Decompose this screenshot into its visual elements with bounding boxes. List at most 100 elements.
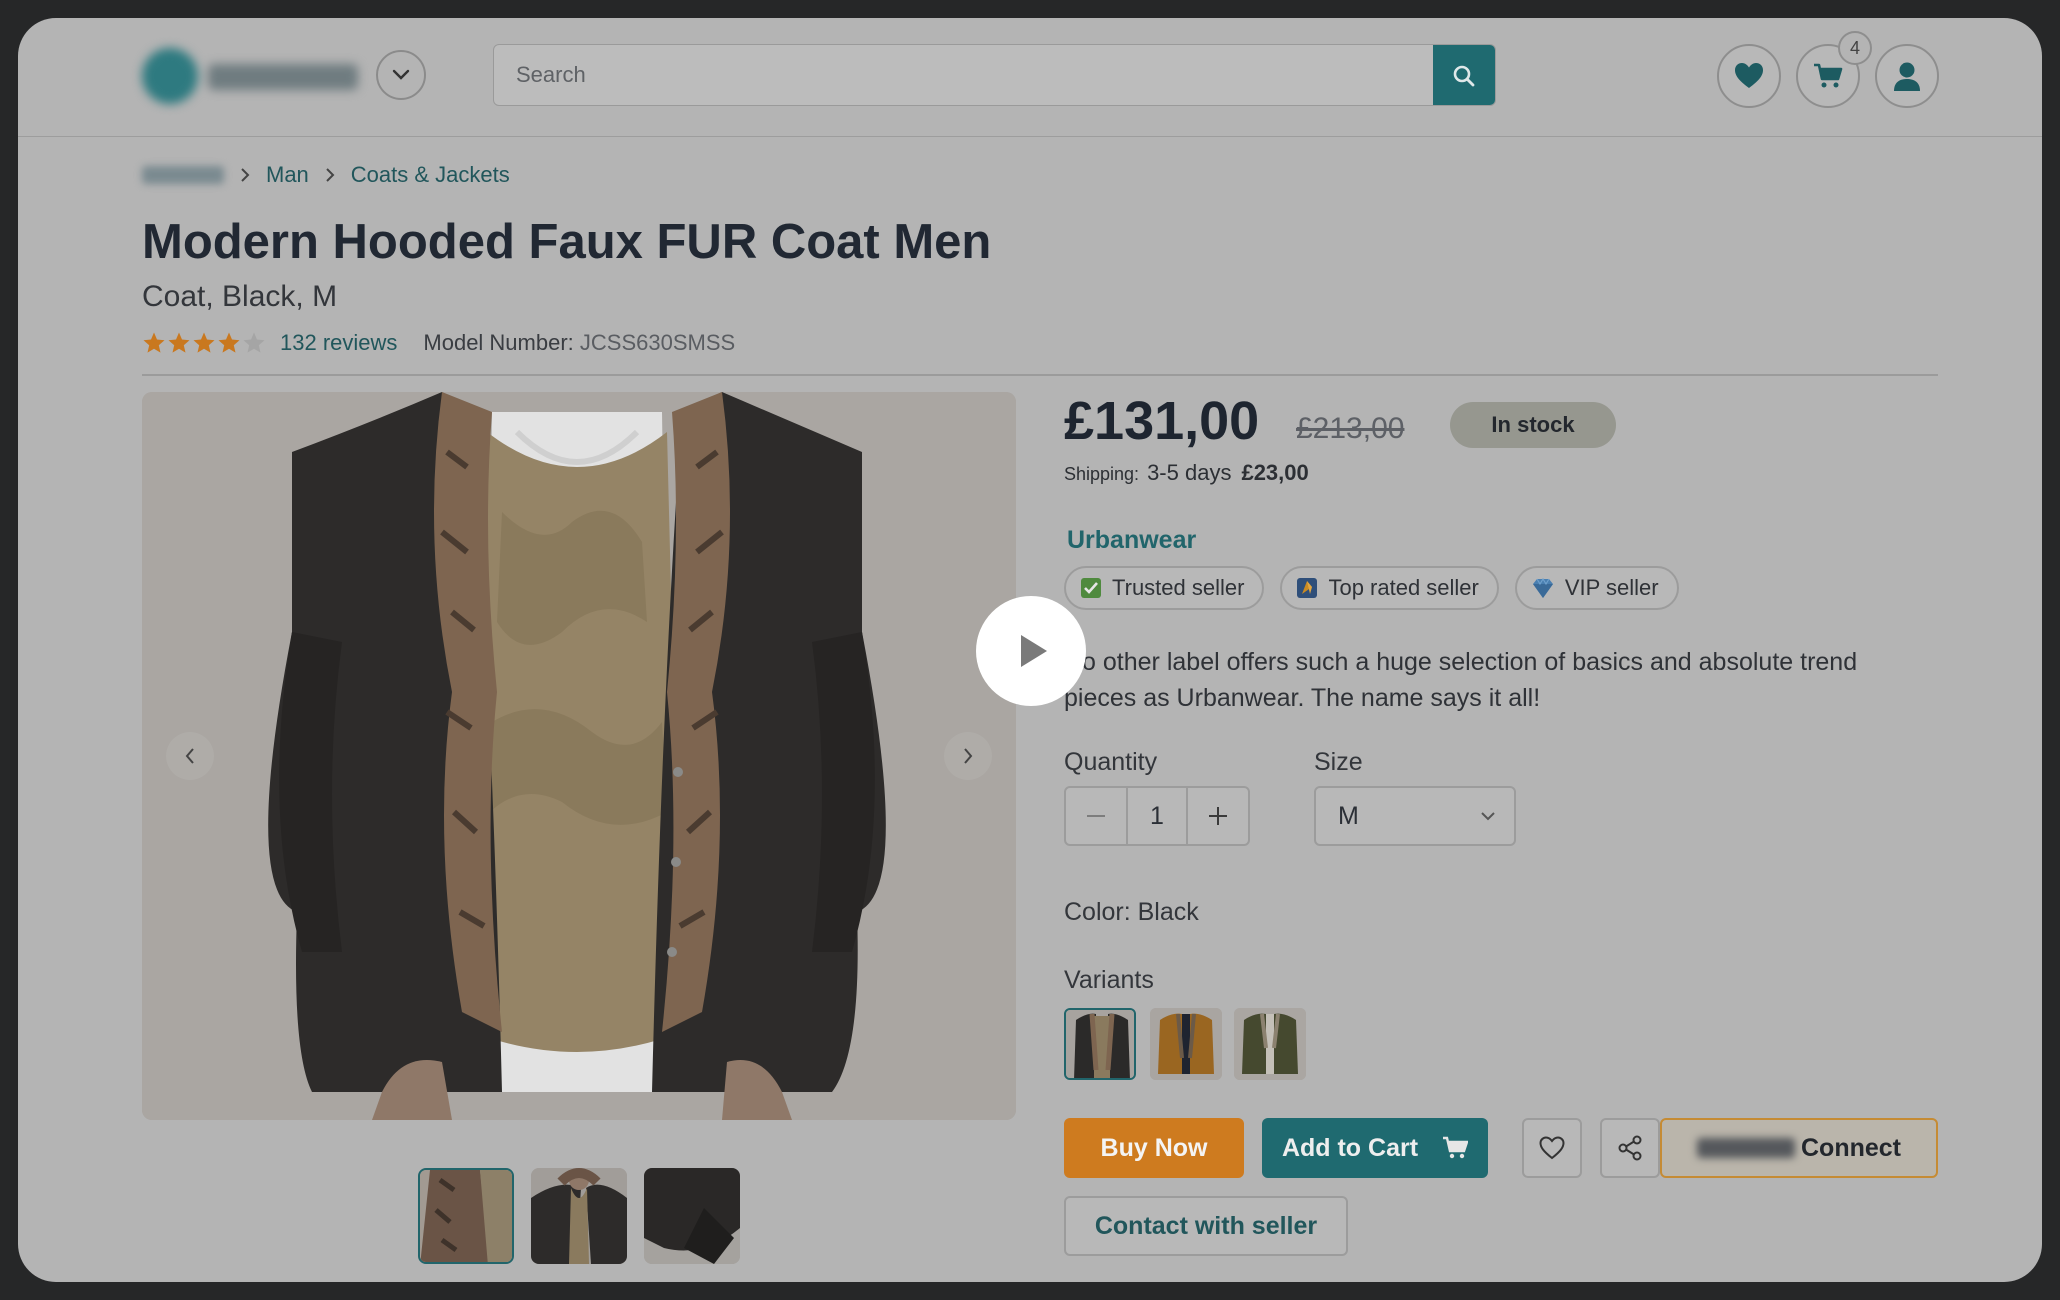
badge-label: Trusted seller	[1112, 575, 1245, 600]
chevron-down-icon	[392, 69, 410, 80]
logo-mark	[142, 48, 198, 104]
chevron-left-icon	[185, 748, 194, 764]
app-window: 4 Man Coats & Jackets Modern Hooded Faux…	[18, 18, 2042, 1282]
plus-icon	[1209, 807, 1227, 825]
star-icon	[218, 332, 240, 353]
variants-label: Variants	[1064, 966, 1154, 994]
thumbnail-3[interactable]	[644, 1168, 740, 1264]
seller-badges: Trusted seller Top rated seller VIP sell…	[1064, 566, 1679, 610]
heart-outline-icon	[1539, 1136, 1565, 1160]
divider	[142, 374, 1938, 376]
next-image-button[interactable]	[944, 732, 992, 780]
original-price: £213,00	[1296, 412, 1405, 445]
variant-black[interactable]	[1064, 1008, 1136, 1080]
chevron-right-icon	[964, 748, 973, 764]
size-label: Size	[1314, 748, 1363, 776]
reviews-link[interactable]: 132 reviews	[280, 330, 397, 356]
star-rating	[142, 331, 266, 355]
stock-status-badge: In stock	[1450, 402, 1616, 448]
star-icon	[143, 332, 165, 353]
model-number: Model Number: JCSS630SMSS	[423, 330, 735, 356]
breadcrumb: Man Coats & Jackets	[142, 160, 510, 190]
quantity-value[interactable]: 1	[1126, 788, 1188, 844]
share-icon	[1618, 1135, 1642, 1161]
rating-row: 132 reviews Model Number: JCSS630SMSS	[142, 328, 735, 358]
star-icon	[243, 332, 265, 353]
quantity-label: Quantity	[1064, 748, 1158, 776]
cart-count-badge: 4	[1838, 31, 1872, 65]
variant-image	[1066, 1010, 1134, 1078]
contact-seller-button[interactable]: Contact with seller	[1064, 1196, 1348, 1256]
star-icon	[193, 332, 215, 353]
wishlist-button[interactable]	[1717, 44, 1781, 108]
variant-image	[1150, 1008, 1222, 1080]
add-to-wishlist-button[interactable]	[1522, 1118, 1582, 1178]
search-bar	[493, 44, 1496, 106]
shipping-time: 3-5 days	[1147, 460, 1232, 485]
seller-name-link[interactable]: Urbanwear	[1067, 526, 1196, 555]
connect-label: Connect	[1801, 1133, 1901, 1162]
connect-button[interactable]: Connect	[1660, 1118, 1938, 1178]
shipping-cost: £23,00	[1241, 460, 1309, 485]
model-number-label: Model Number:	[423, 330, 574, 355]
account-button[interactable]	[1875, 44, 1939, 108]
brand-menu-button[interactable]	[376, 50, 426, 100]
product-main-image[interactable]	[142, 392, 1016, 1120]
chevron-right-icon	[240, 167, 250, 183]
add-to-cart-label: Add to Cart	[1281, 1133, 1419, 1162]
thumbnail-1[interactable]	[418, 1168, 514, 1264]
breadcrumb-item-man[interactable]: Man	[266, 162, 309, 188]
connect-brand-blur	[1697, 1138, 1795, 1158]
current-price: £131,00	[1064, 391, 1260, 451]
play-icon	[1021, 635, 1047, 667]
cart-icon	[1443, 1136, 1469, 1159]
thumbnail-image	[420, 1170, 512, 1262]
play-video-button[interactable]	[976, 596, 1086, 706]
quantity-stepper: 1	[1064, 786, 1250, 846]
search-input[interactable]	[494, 45, 1434, 105]
logo-wordmark	[208, 64, 358, 90]
top-header: 4	[18, 18, 2042, 137]
minus-icon	[1087, 815, 1105, 817]
size-selected-value: M	[1338, 801, 1359, 830]
model-number-value: JCSS630SMSS	[579, 330, 736, 355]
badge-label: Top rated seller	[1328, 575, 1479, 600]
size-select[interactable]: M	[1314, 786, 1516, 846]
thumbnail-2[interactable]	[531, 1168, 627, 1264]
increase-quantity-button[interactable]	[1188, 788, 1248, 844]
chevron-down-icon	[1481, 812, 1495, 821]
diamond-icon	[1532, 577, 1553, 598]
thumbnail-image	[531, 1168, 627, 1264]
brand-logo[interactable]	[142, 48, 362, 104]
shipping-label: Shipping:	[1064, 464, 1140, 484]
decrease-quantity-button[interactable]	[1066, 788, 1126, 844]
badge-vip-seller: VIP seller	[1514, 566, 1679, 610]
variant-camel[interactable]	[1150, 1008, 1222, 1080]
coat-photo	[142, 392, 1016, 1120]
variant-olive[interactable]	[1234, 1008, 1306, 1080]
add-to-cart-button[interactable]: Add to Cart	[1262, 1118, 1488, 1178]
badge-trusted-seller: Trusted seller	[1064, 566, 1265, 610]
prev-image-button[interactable]	[166, 732, 214, 780]
product-subtitle: Coat, Black, M	[142, 280, 338, 313]
breadcrumb-item-coats[interactable]: Coats & Jackets	[351, 162, 510, 188]
share-button[interactable]	[1600, 1118, 1660, 1178]
shipping-info: Shipping: 3-5 days £23,00	[1064, 460, 1309, 486]
badge-top-rated-seller: Top rated seller	[1280, 566, 1499, 610]
search-icon	[1453, 65, 1475, 87]
chevron-right-icon	[325, 167, 335, 183]
star-icon	[168, 332, 190, 353]
badge-label: VIP seller	[1564, 575, 1659, 600]
user-icon	[1894, 62, 1920, 91]
product-title: Modern Hooded Faux FUR Coat Men	[142, 215, 992, 269]
breadcrumb-home[interactable]	[142, 166, 224, 184]
medal-icon	[1297, 578, 1318, 598]
search-button[interactable]	[1433, 45, 1495, 105]
buy-now-button[interactable]: Buy Now	[1064, 1118, 1244, 1178]
heart-icon	[1735, 63, 1763, 88]
check-box-icon	[1081, 578, 1101, 598]
cart-icon	[1814, 63, 1843, 88]
thumbnail-image	[644, 1168, 740, 1264]
seller-description: No other label offers such a huge select…	[1064, 648, 1858, 712]
variant-image	[1234, 1008, 1306, 1080]
